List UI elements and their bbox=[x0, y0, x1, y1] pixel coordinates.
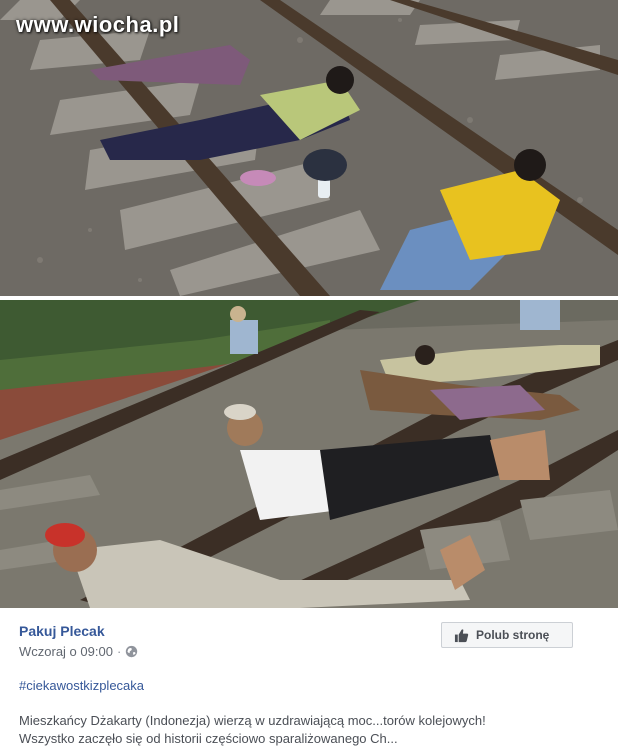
post-timestamp[interactable]: Wczoraj o 09:00 bbox=[19, 644, 113, 659]
description-line-2: Wszystko zaczęło się od historii częścio… bbox=[19, 731, 398, 746]
like-page-button[interactable]: Polub stronę bbox=[441, 622, 573, 648]
thumbs-up-icon bbox=[454, 628, 469, 642]
globe-icon[interactable] bbox=[125, 645, 138, 658]
facebook-post: www.wiocha.pl Pakuj Plecak Wczoraj o 09:… bbox=[0, 0, 618, 755]
hashtag-link[interactable]: #ciekawostkizplecaka bbox=[19, 678, 144, 693]
page-name-link[interactable]: Pakuj Plecak bbox=[19, 623, 105, 639]
post-meta: Wczoraj o 09:00 · bbox=[19, 643, 138, 659]
watermark-text: www.wiocha.pl bbox=[16, 12, 180, 37]
like-page-label: Polub stronę bbox=[476, 628, 550, 642]
post-info: Pakuj Plecak Wczoraj o 09:00 · Polub str… bbox=[0, 608, 618, 755]
description-line-1: Mieszkańcy Dżakarty (Indonezja) wierzą w… bbox=[19, 713, 486, 728]
post-description: Mieszkańcy Dżakarty (Indonezja) wierzą w… bbox=[19, 712, 609, 748]
post-photo-top[interactable]: www.wiocha.pl bbox=[0, 0, 618, 296]
railway-photo-top bbox=[0, 0, 618, 296]
railway-photo-bottom bbox=[0, 300, 618, 608]
meta-separator: · bbox=[116, 643, 122, 659]
post-photo-bottom[interactable] bbox=[0, 300, 618, 608]
